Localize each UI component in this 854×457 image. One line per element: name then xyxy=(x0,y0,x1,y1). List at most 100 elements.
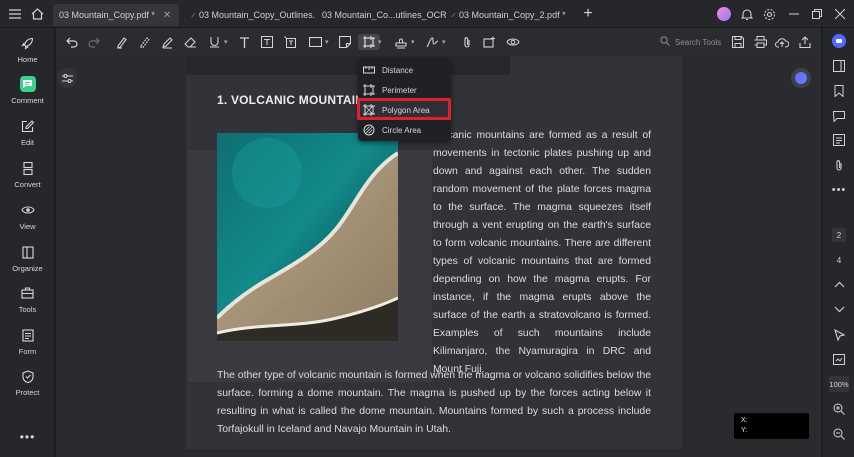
close-icon[interactable]: ✕ xyxy=(163,10,171,21)
rocket-icon xyxy=(20,35,36,51)
eraser-icon[interactable] xyxy=(182,34,198,50)
tab-label: 03 Mountain_Co...utlines_OCR.pdf * xyxy=(322,10,446,20)
more-icon[interactable]: ••• xyxy=(823,182,854,198)
select-cursor-icon[interactable] xyxy=(823,327,854,343)
comment-icon xyxy=(19,76,36,92)
tab-mountain-copy-2[interactable]: 03 Mountain_Copy_2.pdf * xyxy=(447,4,567,26)
new-tab-icon[interactable]: + xyxy=(580,5,596,22)
share-icon[interactable] xyxy=(797,34,813,50)
signature-icon[interactable] xyxy=(424,34,440,50)
nav-label: Convert xyxy=(14,180,41,189)
cloud-upload-icon[interactable] xyxy=(774,34,790,50)
tab-status-icon xyxy=(451,13,456,17)
save-icon[interactable] xyxy=(730,34,746,50)
attachments-icon[interactable] xyxy=(823,157,854,173)
eye-icon[interactable] xyxy=(505,34,521,50)
coord-y-label: Y: xyxy=(741,427,748,434)
chevron-down-icon[interactable]: ▾ xyxy=(325,38,329,46)
menu-item-label: Perimeter xyxy=(382,85,417,95)
measure-tool-button[interactable] xyxy=(358,34,380,50)
search-tools[interactable]: Search Tools xyxy=(660,34,721,50)
edit-icon xyxy=(20,118,36,134)
menu-item-label: Circle Area xyxy=(382,125,422,135)
add-comment-icon[interactable] xyxy=(481,34,497,50)
nav-comment[interactable]: Comment xyxy=(0,74,55,112)
chevron-down-icon[interactable]: ▾ xyxy=(378,38,382,46)
menu-item-distance[interactable]: Distance xyxy=(358,60,451,80)
nav-convert[interactable]: Convert xyxy=(0,158,55,196)
thumbnails-icon[interactable] xyxy=(823,132,854,148)
menu-item-circle-area[interactable]: Circle Area xyxy=(358,120,451,140)
body-paragraph-1: Volcanic mountains are formed as a resul… xyxy=(433,130,651,375)
assistant-icon[interactable] xyxy=(823,33,854,49)
highlight-annotation-box xyxy=(357,98,451,120)
chevron-down-icon[interactable] xyxy=(823,301,854,317)
close-window-icon[interactable] xyxy=(832,6,848,22)
comments-panel-icon[interactable] xyxy=(823,108,854,124)
display-settings-icon[interactable] xyxy=(57,68,77,88)
distance-icon xyxy=(363,64,375,76)
underline-icon[interactable] xyxy=(206,34,222,50)
area-highlight-icon[interactable] xyxy=(136,34,152,50)
ai-assistant-icon[interactable] xyxy=(791,68,811,88)
nav-organize[interactable]: Organize xyxy=(0,242,55,280)
tab-bar: 03 Mountain_Copy.pdf * ✕ 03 Mountain_Cop… xyxy=(0,0,854,28)
chevron-down-icon[interactable]: ▾ xyxy=(411,38,415,46)
redo-icon[interactable] xyxy=(86,34,102,50)
chevron-down-icon[interactable]: ▾ xyxy=(224,38,228,46)
page-number-current[interactable]: 2 xyxy=(832,228,846,242)
zoom-in-icon[interactable] xyxy=(823,401,854,417)
rectangle-icon[interactable] xyxy=(307,34,323,50)
bell-icon[interactable] xyxy=(739,6,755,22)
settings-icon[interactable] xyxy=(761,6,777,22)
tab-label: 03 Mountain_Copy.pdf * xyxy=(59,10,155,20)
highlight-icon[interactable] xyxy=(113,34,129,50)
restore-icon[interactable] xyxy=(809,6,825,22)
nav-label: Comment xyxy=(11,96,44,105)
nav-label: Protect xyxy=(15,388,40,397)
text-icon[interactable] xyxy=(236,34,252,50)
menu-item-perimeter[interactable]: Perimeter xyxy=(358,80,451,100)
nav-edit[interactable]: Edit xyxy=(0,116,55,154)
fit-page-icon[interactable] xyxy=(823,351,854,367)
nav-protect[interactable]: Protect xyxy=(0,366,55,404)
tab-mountain-copy[interactable]: 03 Mountain_Copy.pdf * ✕ xyxy=(53,4,179,26)
stamp-icon[interactable] xyxy=(393,34,409,50)
convert-icon xyxy=(20,160,36,176)
nav-label: Form xyxy=(18,347,37,356)
tab-label: 03 Mountain_Copy_2.pdf * xyxy=(459,10,566,20)
nav-more[interactable]: ••• xyxy=(0,427,55,457)
callout-icon[interactable] xyxy=(282,34,298,50)
tab-mountain-outlines[interactable]: 03 Mountain_Copy_Outlines.pdf xyxy=(187,4,315,26)
nav-view[interactable]: View xyxy=(0,200,55,238)
home-icon[interactable] xyxy=(29,6,45,22)
avatar[interactable] xyxy=(716,6,732,22)
bookmark-icon[interactable] xyxy=(823,83,854,99)
tab-mountain-ocr[interactable]: 03 Mountain_Co...utlines_OCR.pdf * xyxy=(316,4,446,26)
zoom-out-icon[interactable] xyxy=(823,426,854,442)
chevron-up-icon[interactable] xyxy=(823,276,854,292)
zoom-level[interactable]: 100% xyxy=(829,376,849,392)
attachment-icon[interactable] xyxy=(459,34,475,50)
minimize-icon[interactable] xyxy=(786,6,802,22)
page-number-next[interactable]: 4 xyxy=(832,253,846,267)
page-header-band xyxy=(186,56,510,75)
menu-icon[interactable] xyxy=(7,6,23,22)
undo-icon[interactable] xyxy=(64,34,80,50)
page-title: 1. VOLCANIC MOUNTAIN xyxy=(217,93,365,107)
nav-home[interactable]: Home xyxy=(0,33,55,71)
chevron-down-icon[interactable]: ▾ xyxy=(442,38,446,46)
textbox-icon[interactable] xyxy=(259,34,275,50)
nav-form[interactable]: Form xyxy=(0,325,55,363)
shield-icon xyxy=(20,368,36,384)
nav-tools[interactable]: Tools xyxy=(0,283,55,321)
sticky-note-icon[interactable] xyxy=(337,34,353,50)
eye-icon xyxy=(20,202,36,218)
pencil-icon[interactable] xyxy=(159,34,175,50)
search-placeholder: Search Tools xyxy=(675,37,722,47)
panel-icon[interactable] xyxy=(823,58,854,74)
print-icon[interactable] xyxy=(752,34,768,50)
perimeter-icon xyxy=(363,84,375,96)
volcanic-pool-image[interactable] xyxy=(217,133,398,341)
more-icon: ••• xyxy=(19,430,36,444)
